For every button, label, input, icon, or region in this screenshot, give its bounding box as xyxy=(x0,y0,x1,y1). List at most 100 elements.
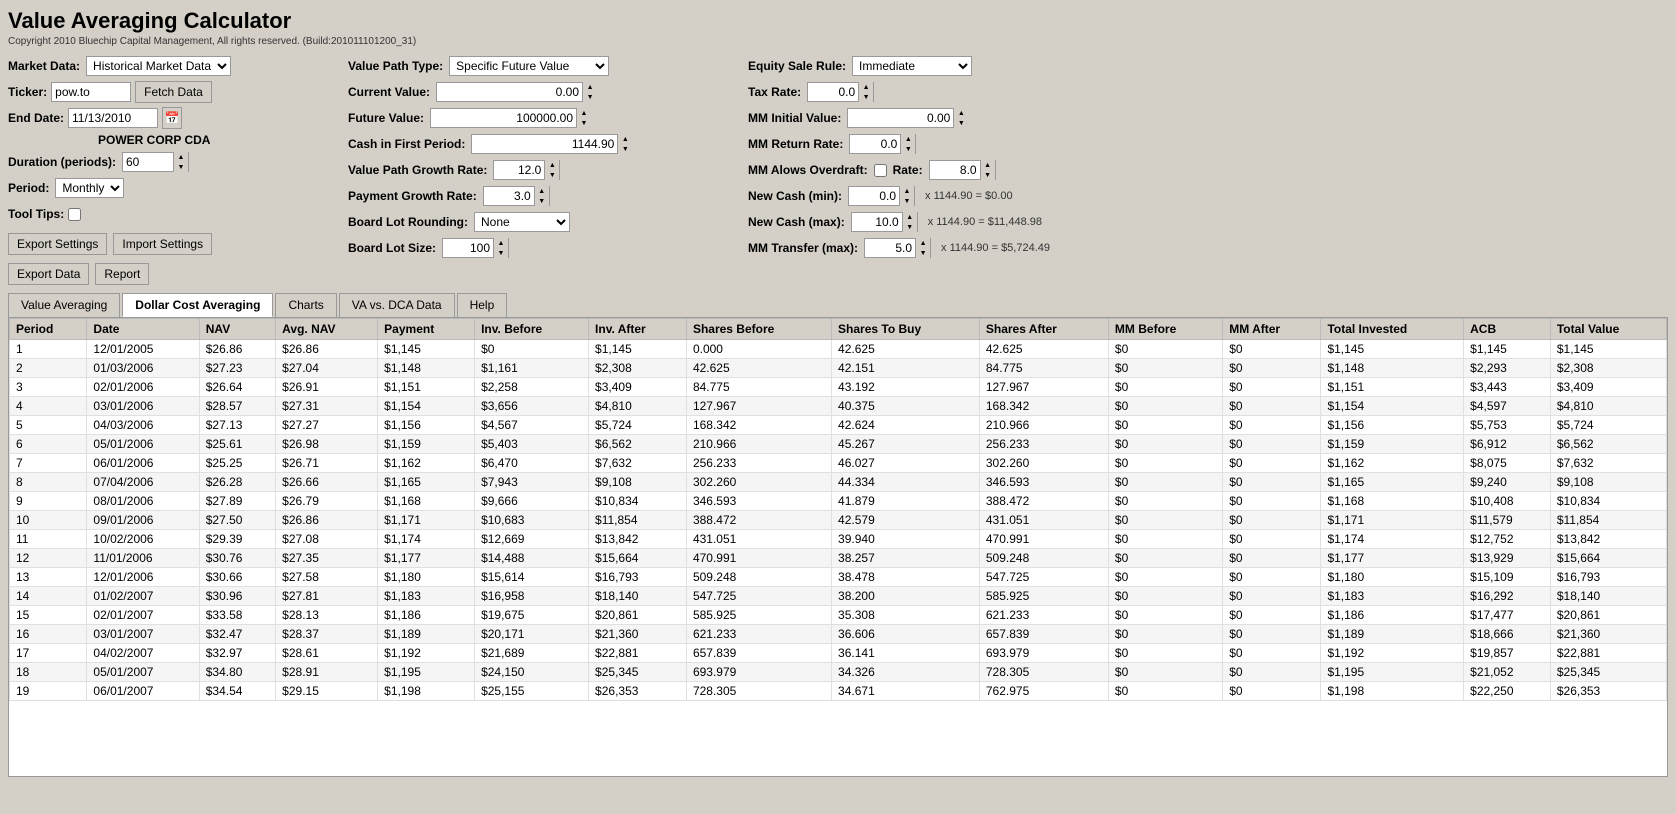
mm-return-rate-down[interactable]: ▼ xyxy=(901,144,915,154)
tab-help[interactable]: Help xyxy=(457,293,508,317)
tax-rate-up[interactable]: ▲ xyxy=(859,82,873,92)
cash-first-period-input[interactable] xyxy=(472,135,617,153)
mm-allows-overdraft-checkbox[interactable] xyxy=(874,164,887,177)
cash-first-period-row: Cash in First Period: ▲ ▼ xyxy=(348,133,728,155)
table-cell: 210.966 xyxy=(979,416,1108,435)
table-cell: $0 xyxy=(1108,549,1222,568)
duration-label: Duration (periods): xyxy=(8,155,116,169)
table-cell: 34.671 xyxy=(832,682,980,701)
mm-transfer-max-input[interactable] xyxy=(865,239,915,257)
current-value-input[interactable] xyxy=(437,83,582,101)
rate-spinner[interactable]: ▲ ▼ xyxy=(929,160,996,180)
table-cell: $10,834 xyxy=(589,492,687,511)
ticker-input[interactable] xyxy=(51,82,131,102)
board-lot-size-spinner[interactable]: ▲ ▼ xyxy=(442,238,509,258)
new-cash-min-up[interactable]: ▲ xyxy=(900,186,914,196)
mm-initial-value-up[interactable]: ▲ xyxy=(954,108,968,118)
mm-transfer-max-up[interactable]: ▲ xyxy=(916,238,930,248)
new-cash-max-input[interactable] xyxy=(852,213,902,231)
tab-va-vs-dca[interactable]: VA vs. DCA Data xyxy=(339,293,455,317)
board-lot-size-input[interactable] xyxy=(443,239,493,257)
value-path-select[interactable]: Specific Future Value Growth Rate xyxy=(449,56,609,76)
mm-transfer-max-down[interactable]: ▼ xyxy=(916,248,930,258)
future-value-up[interactable]: ▲ xyxy=(577,108,591,118)
export-settings-button[interactable]: Export Settings xyxy=(8,233,107,255)
table-cell: 46.027 xyxy=(832,454,980,473)
payment-growth-down[interactable]: ▼ xyxy=(535,196,549,206)
rate-up[interactable]: ▲ xyxy=(981,160,995,170)
future-value-input[interactable] xyxy=(431,109,576,127)
market-data-select[interactable]: Historical Market Data Manual Entry xyxy=(86,56,231,76)
new-cash-max-up[interactable]: ▲ xyxy=(903,212,917,222)
current-value-down[interactable]: ▼ xyxy=(583,92,597,102)
payment-growth-spinner[interactable]: ▲ ▼ xyxy=(483,186,550,206)
table-cell: $26.86 xyxy=(276,340,378,359)
data-table-container[interactable]: Period Date NAV Avg. NAV Payment Inv. Be… xyxy=(8,317,1668,777)
mm-return-rate-input[interactable] xyxy=(850,135,900,153)
board-lot-size-up[interactable]: ▲ xyxy=(494,238,508,248)
data-table: Period Date NAV Avg. NAV Payment Inv. Be… xyxy=(9,318,1667,701)
rate-down[interactable]: ▼ xyxy=(981,170,995,180)
duration-down[interactable]: ▼ xyxy=(174,162,188,172)
report-button[interactable]: Report xyxy=(95,263,149,285)
new-cash-min-input[interactable] xyxy=(849,187,899,205)
end-date-input[interactable] xyxy=(68,108,158,128)
table-cell: $34.80 xyxy=(199,663,275,682)
future-value-spinner[interactable]: ▲ ▼ xyxy=(430,108,590,128)
export-data-button[interactable]: Export Data xyxy=(8,263,89,285)
tax-rate-input[interactable] xyxy=(808,83,858,101)
table-cell: 42.624 xyxy=(832,416,980,435)
board-lot-rounding-select[interactable]: None Round Up Round Down xyxy=(474,212,570,232)
tab-dollar-cost-averaging[interactable]: Dollar Cost Averaging xyxy=(122,293,273,317)
mm-return-rate-up[interactable]: ▲ xyxy=(901,134,915,144)
table-cell: 0.000 xyxy=(686,340,831,359)
table-cell: $26,353 xyxy=(1550,682,1666,701)
calendar-button[interactable]: 📅 xyxy=(162,107,182,129)
value-path-growth-input[interactable] xyxy=(494,161,544,179)
current-value-spinner[interactable]: ▲ ▼ xyxy=(436,82,596,102)
cash-first-period-down[interactable]: ▼ xyxy=(618,144,632,154)
tab-charts[interactable]: Charts xyxy=(275,293,336,317)
copyright: Copyright 2010 Bluechip Capital Manageme… xyxy=(8,36,1668,47)
mm-initial-value-input[interactable] xyxy=(848,109,953,127)
period-select[interactable]: Monthly Weekly Daily xyxy=(55,178,124,198)
new-cash-min-down[interactable]: ▼ xyxy=(900,196,914,206)
table-cell: 547.725 xyxy=(686,587,831,606)
mm-initial-value-down[interactable]: ▼ xyxy=(954,118,968,128)
mm-transfer-max-spinner[interactable]: ▲ ▼ xyxy=(864,238,931,258)
table-cell: 346.593 xyxy=(979,473,1108,492)
table-cell: 07/04/2006 xyxy=(87,473,199,492)
new-cash-max-down[interactable]: ▼ xyxy=(903,222,917,232)
table-cell: $1,192 xyxy=(378,644,475,663)
duration-value[interactable] xyxy=(123,153,173,171)
current-value-up[interactable]: ▲ xyxy=(583,82,597,92)
mm-initial-value-spinner[interactable]: ▲ ▼ xyxy=(847,108,967,128)
board-lot-size-down[interactable]: ▼ xyxy=(494,248,508,258)
tax-rate-spinner[interactable]: ▲ ▼ xyxy=(807,82,874,102)
tool-tips-checkbox[interactable] xyxy=(68,208,81,221)
duration-spinner[interactable]: ▲ ▼ xyxy=(122,152,189,172)
value-path-growth-spinner[interactable]: ▲ ▼ xyxy=(493,160,560,180)
tab-value-averaging[interactable]: Value Averaging xyxy=(8,293,120,317)
payment-growth-up[interactable]: ▲ xyxy=(535,186,549,196)
cash-first-period-spinner[interactable]: ▲ ▼ xyxy=(471,134,631,154)
future-value-down[interactable]: ▼ xyxy=(577,118,591,128)
new-cash-min-spinner[interactable]: ▲ ▼ xyxy=(848,186,915,206)
cash-first-period-up[interactable]: ▲ xyxy=(618,134,632,144)
fetch-data-button[interactable]: Fetch Data xyxy=(135,81,212,103)
table-cell: $13,842 xyxy=(589,530,687,549)
table-cell: 1 xyxy=(10,340,87,359)
table-cell: $0 xyxy=(1223,435,1321,454)
payment-growth-input[interactable] xyxy=(484,187,534,205)
import-settings-button[interactable]: Import Settings xyxy=(113,233,212,255)
tax-rate-down[interactable]: ▼ xyxy=(859,92,873,102)
value-path-growth-up[interactable]: ▲ xyxy=(545,160,559,170)
duration-up[interactable]: ▲ xyxy=(174,152,188,162)
mm-return-rate-spinner[interactable]: ▲ ▼ xyxy=(849,134,916,154)
equity-sale-rule-select[interactable]: Immediate Deferred None xyxy=(852,56,972,76)
table-cell: 05/01/2007 xyxy=(87,663,199,682)
value-path-growth-down[interactable]: ▼ xyxy=(545,170,559,180)
new-cash-max-spinner[interactable]: ▲ ▼ xyxy=(851,212,918,232)
rate-input[interactable] xyxy=(930,161,980,179)
table-cell: $1,151 xyxy=(378,378,475,397)
